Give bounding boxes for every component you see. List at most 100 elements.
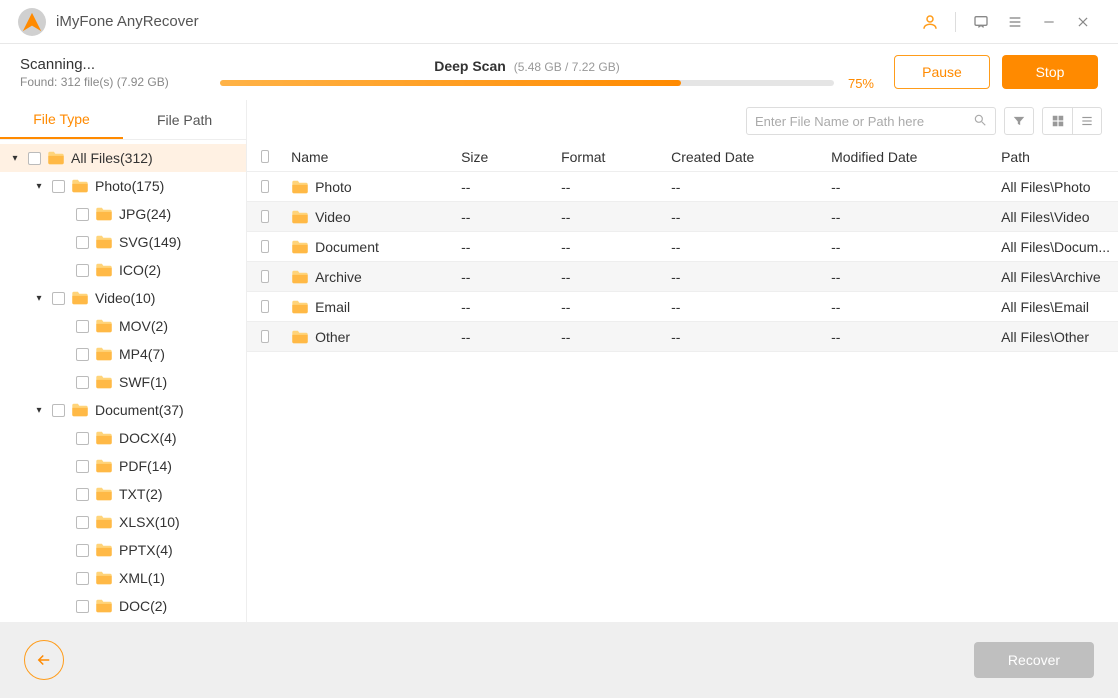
table-row[interactable]: Other--------All Files\Other xyxy=(247,322,1118,352)
search-input[interactable] xyxy=(755,114,973,129)
cell-modified: -- xyxy=(823,329,993,345)
col-created[interactable]: Created Date xyxy=(663,149,823,165)
table-row[interactable]: Email--------All Files\Email xyxy=(247,292,1118,322)
table-row[interactable]: Video--------All Files\Video xyxy=(247,202,1118,232)
tree-checkbox[interactable] xyxy=(76,348,89,361)
tree-checkbox[interactable] xyxy=(76,264,89,277)
tree-item[interactable]: ▾Photo(175) xyxy=(0,172,246,200)
table-row[interactable]: Photo--------All Files\Photo xyxy=(247,172,1118,202)
cell-size: -- xyxy=(453,329,553,345)
tree-checkbox[interactable] xyxy=(76,516,89,529)
tree-item[interactable]: SVG(149) xyxy=(0,228,246,256)
tree-item-label: TXT(2) xyxy=(119,486,163,502)
tree-item[interactable]: SWF(1) xyxy=(0,368,246,396)
col-path[interactable]: Path xyxy=(993,149,1118,165)
chevron-down-icon[interactable]: ▾ xyxy=(32,405,46,416)
col-format[interactable]: Format xyxy=(553,149,663,165)
tree-checkbox[interactable] xyxy=(52,292,65,305)
menu-icon[interactable] xyxy=(998,5,1032,39)
tree-item[interactable]: DOC(2) xyxy=(0,592,246,620)
row-checkbox[interactable] xyxy=(261,300,269,313)
folder-icon xyxy=(95,431,113,445)
row-checkbox[interactable] xyxy=(261,210,269,223)
tree-item[interactable]: XLSX(10) xyxy=(0,508,246,536)
close-icon[interactable] xyxy=(1066,5,1100,39)
tree-item[interactable]: ▾ All Files(312) xyxy=(0,144,246,172)
chevron-down-icon[interactable]: ▾ xyxy=(32,293,46,304)
row-checkbox[interactable] xyxy=(261,180,269,193)
tree-checkbox[interactable] xyxy=(76,320,89,333)
back-button[interactable] xyxy=(24,640,64,680)
scan-title: Deep Scan (5.48 GB / 7.22 GB) xyxy=(434,58,620,74)
tree-checkbox[interactable] xyxy=(76,572,89,585)
tree-item[interactable]: ▾Video(10) xyxy=(0,284,246,312)
tree-checkbox[interactable] xyxy=(76,544,89,557)
folder-icon xyxy=(291,210,309,224)
pause-button[interactable]: Pause xyxy=(894,55,990,89)
col-size[interactable]: Size xyxy=(453,149,553,165)
folder-icon xyxy=(71,291,89,305)
tree-item[interactable]: TXT(2) xyxy=(0,480,246,508)
cell-created: -- xyxy=(663,239,823,255)
cell-size: -- xyxy=(453,179,553,195)
stop-button[interactable]: Stop xyxy=(1002,55,1098,89)
row-checkbox[interactable] xyxy=(261,270,269,283)
tab-file-path[interactable]: File Path xyxy=(123,100,246,139)
tree-item-label: All Files(312) xyxy=(71,150,153,166)
tab-file-type[interactable]: File Type xyxy=(0,100,123,139)
tree-item[interactable]: XML(1) xyxy=(0,564,246,592)
cell-modified: -- xyxy=(823,179,993,195)
chevron-down-icon[interactable]: ▾ xyxy=(32,181,46,192)
tree-item[interactable]: ▾Document(37) xyxy=(0,396,246,424)
folder-icon xyxy=(95,263,113,277)
folder-icon xyxy=(71,403,89,417)
cell-name: Photo xyxy=(315,179,352,195)
cell-name: Document xyxy=(315,239,379,255)
filter-icon[interactable] xyxy=(1004,107,1034,135)
chevron-down-icon[interactable]: ▾ xyxy=(8,153,22,164)
table-row[interactable]: Document--------All Files\Docum... xyxy=(247,232,1118,262)
user-icon[interactable] xyxy=(913,5,947,39)
tree-item[interactable]: ICO(2) xyxy=(0,256,246,284)
cell-size: -- xyxy=(453,209,553,225)
col-modified[interactable]: Modified Date xyxy=(823,149,993,165)
tree-checkbox[interactable] xyxy=(76,432,89,445)
tree-checkbox[interactable] xyxy=(52,180,65,193)
tree-checkbox[interactable] xyxy=(76,488,89,501)
progress-band: Scanning... Found: 312 file(s) (7.92 GB)… xyxy=(0,44,1118,100)
search-icon[interactable] xyxy=(973,113,987,130)
tree-item-label: MP4(7) xyxy=(119,346,165,362)
select-all-checkbox[interactable] xyxy=(261,150,269,163)
row-checkbox[interactable] xyxy=(261,330,269,343)
feedback-icon[interactable] xyxy=(964,5,998,39)
tree-item[interactable]: JPG(24) xyxy=(0,200,246,228)
tree-item[interactable]: MOV(2) xyxy=(0,312,246,340)
table-header: Name Size Format Created Date Modified D… xyxy=(247,142,1118,172)
search-box[interactable] xyxy=(746,107,996,135)
tree-checkbox[interactable] xyxy=(76,460,89,473)
tree-item[interactable]: DOCX(4) xyxy=(0,424,246,452)
table-row[interactable]: Archive--------All Files\Archive xyxy=(247,262,1118,292)
grid-view-icon[interactable] xyxy=(1042,107,1072,135)
tree-checkbox[interactable] xyxy=(76,236,89,249)
tree-item[interactable]: MP4(7) xyxy=(0,340,246,368)
scanning-label: Scanning... xyxy=(20,56,220,73)
tree-item[interactable]: PDF(14) xyxy=(0,452,246,480)
folder-icon xyxy=(291,330,309,344)
tree-item-label: XML(1) xyxy=(119,570,165,586)
list-view-icon[interactable] xyxy=(1072,107,1102,135)
cell-path: All Files\Archive xyxy=(993,269,1118,285)
tree-checkbox[interactable] xyxy=(76,376,89,389)
cell-created: -- xyxy=(663,299,823,315)
col-name[interactable]: Name xyxy=(283,149,453,165)
cell-created: -- xyxy=(663,269,823,285)
row-checkbox[interactable] xyxy=(261,240,269,253)
tree-item[interactable]: PPTX(4) xyxy=(0,536,246,564)
tree-checkbox[interactable] xyxy=(76,600,89,613)
tree-checkbox[interactable] xyxy=(28,152,41,165)
tree-checkbox[interactable] xyxy=(76,208,89,221)
recover-button[interactable]: Recover xyxy=(974,642,1094,678)
tree-checkbox[interactable] xyxy=(52,404,65,417)
cell-size: -- xyxy=(453,239,553,255)
minimize-icon[interactable] xyxy=(1032,5,1066,39)
